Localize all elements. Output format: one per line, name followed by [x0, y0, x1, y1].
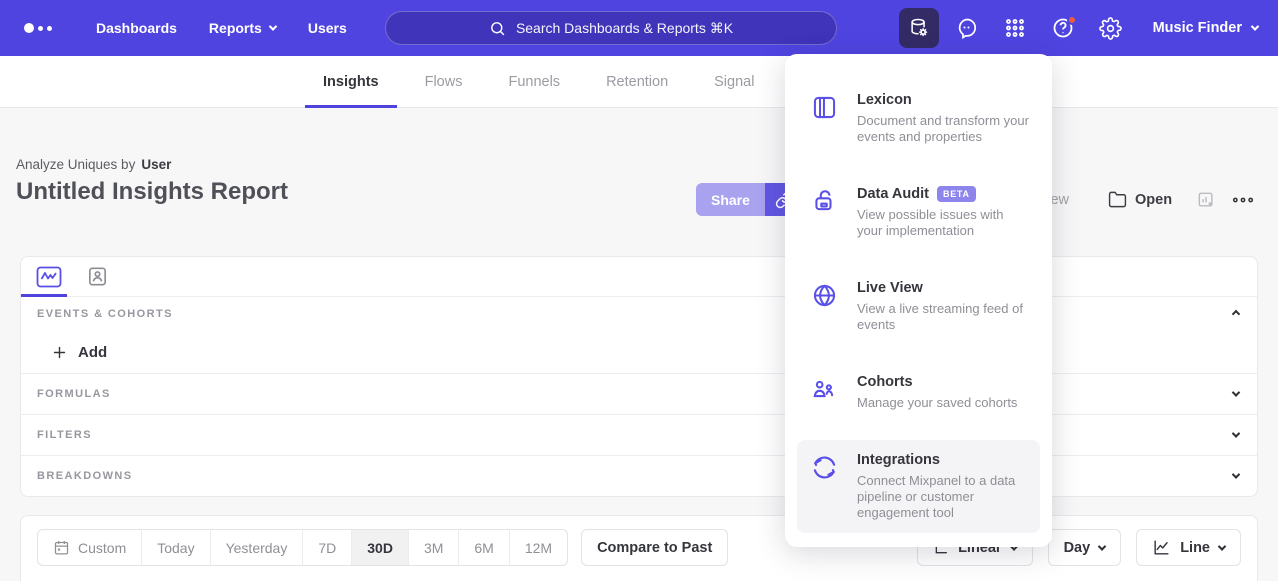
search-icon: [489, 20, 506, 37]
add-event-button[interactable]: Add: [21, 331, 1257, 373]
integrations-icon: [811, 452, 839, 521]
range-30d[interactable]: 30D: [352, 530, 409, 565]
topbar: Dashboards Reports Users Search Dashboar…: [0, 0, 1278, 56]
three-dots-icon: [1232, 195, 1254, 205]
plus-icon: [51, 344, 68, 361]
topbar-icons: Music Finder: [899, 0, 1278, 56]
tab-flows[interactable]: Flows: [407, 56, 481, 108]
nav-dashboards[interactable]: Dashboards: [84, 12, 189, 44]
menu-item-data-audit[interactable]: Data AuditBETA View possible issues with…: [797, 174, 1040, 251]
section-label: EVENTS & COHORTS: [37, 308, 173, 320]
folder-icon: [1108, 190, 1127, 209]
section-events-cohorts[interactable]: EVENTS & COHORTS: [21, 297, 1257, 331]
chevron-down-icon: [1218, 542, 1226, 550]
calendar-icon: [53, 539, 70, 556]
query-builder-card: EVENTS & COHORTS Add FORMULAS FILTERS BR…: [20, 256, 1258, 497]
help-icon[interactable]: [1043, 8, 1083, 48]
more-options-button[interactable]: [1232, 183, 1254, 216]
section-label: FILTERS: [37, 429, 92, 441]
data-audit-icon: [811, 186, 839, 239]
report-header: Analyze Uniques byUser Untitled Insights…: [0, 108, 1278, 256]
open-report-button[interactable]: Open: [1108, 183, 1172, 216]
section-label: FORMULAS: [37, 388, 111, 400]
chevron-down-icon: [1232, 429, 1240, 437]
menu-item-integrations[interactable]: Integrations Connect Mixpanel to a data …: [797, 440, 1040, 533]
tab-insights[interactable]: Insights: [305, 56, 397, 108]
section-label: BREAKDOWNS: [37, 470, 133, 482]
metrics-tab-icon[interactable]: [35, 264, 63, 290]
chevron-down-icon: [1232, 388, 1240, 396]
breadcrumb: Analyze Uniques byUser: [16, 157, 171, 172]
share-button[interactable]: Share: [696, 183, 765, 216]
page-title[interactable]: Untitled Insights Report: [16, 178, 288, 206]
nav-reports[interactable]: Reports: [197, 12, 288, 44]
report-tabbar: Insights Flows Funnels Retention Signal …: [0, 56, 1278, 108]
data-apps-menu: Lexicon Document and transform your even…: [785, 54, 1052, 547]
chevron-down-icon: [269, 22, 277, 30]
project-name: Music Finder: [1153, 20, 1242, 36]
range-12m[interactable]: 12M: [510, 530, 567, 565]
apps-grid-icon[interactable]: [995, 8, 1035, 48]
chart-type-dropdown[interactable]: Line: [1136, 529, 1241, 566]
range-3m[interactable]: 3M: [409, 530, 459, 565]
builder-mode-tabs: [21, 257, 1257, 297]
section-formulas[interactable]: FORMULAS: [21, 373, 1257, 414]
compare-to-past-button[interactable]: Compare to Past: [581, 529, 728, 566]
range-yesterday[interactable]: Yesterday: [211, 530, 304, 565]
messages-icon[interactable]: [947, 8, 987, 48]
search-input[interactable]: Search Dashboards & Reports ⌘K: [385, 11, 837, 45]
menu-item-lexicon[interactable]: Lexicon Document and transform your even…: [797, 80, 1040, 157]
line-chart-icon: [1152, 538, 1171, 557]
chevron-up-icon: [1232, 310, 1240, 318]
notification-dot: [1067, 15, 1077, 25]
mixpanel-logo-icon[interactable]: [24, 23, 52, 33]
chart-toolbar-card: Custom Today Yesterday 7D 30D 3M 6M 12M …: [20, 515, 1258, 581]
settings-gear-icon[interactable]: [1091, 8, 1131, 48]
search-placeholder: Search Dashboards & Reports ⌘K: [516, 20, 733, 37]
chevron-down-icon: [1098, 542, 1106, 550]
range-7d[interactable]: 7D: [303, 530, 352, 565]
tab-signal[interactable]: Signal: [696, 56, 772, 108]
project-selector[interactable]: Music Finder: [1153, 20, 1258, 36]
lexicon-icon: [811, 92, 839, 145]
section-filters[interactable]: FILTERS: [21, 414, 1257, 455]
chevron-down-icon: [1251, 22, 1259, 30]
menu-item-cohorts[interactable]: Cohorts Manage your saved cohorts: [797, 362, 1040, 423]
data-management-icon[interactable]: [899, 8, 939, 48]
live-view-icon: [811, 280, 839, 333]
cohorts-icon: [811, 374, 839, 411]
beta-badge: BETA: [937, 186, 976, 202]
interval-dropdown[interactable]: Day: [1048, 529, 1122, 566]
save-chart-button[interactable]: [1196, 183, 1216, 216]
range-today[interactable]: Today: [142, 530, 210, 565]
range-6m[interactable]: 6M: [459, 530, 509, 565]
range-custom[interactable]: Custom: [38, 530, 142, 565]
breadcrumb-entity[interactable]: User: [141, 157, 171, 172]
chart-plus-icon: [1196, 190, 1216, 210]
chevron-down-icon: [1232, 470, 1240, 478]
topbar-nav: Dashboards Reports Users: [84, 12, 359, 44]
section-breakdowns[interactable]: BREAKDOWNS: [21, 455, 1257, 496]
tab-retention[interactable]: Retention: [588, 56, 686, 108]
date-range-segmented-control: Custom Today Yesterday 7D 30D 3M 6M 12M: [37, 529, 568, 566]
profiles-tab-icon[interactable]: [83, 264, 111, 290]
nav-users[interactable]: Users: [296, 12, 359, 44]
page: Dashboards Reports Users Search Dashboar…: [0, 0, 1278, 581]
menu-item-live-view[interactable]: Live View View a live streaming feed of …: [797, 268, 1040, 345]
tab-funnels[interactable]: Funnels: [490, 56, 578, 108]
